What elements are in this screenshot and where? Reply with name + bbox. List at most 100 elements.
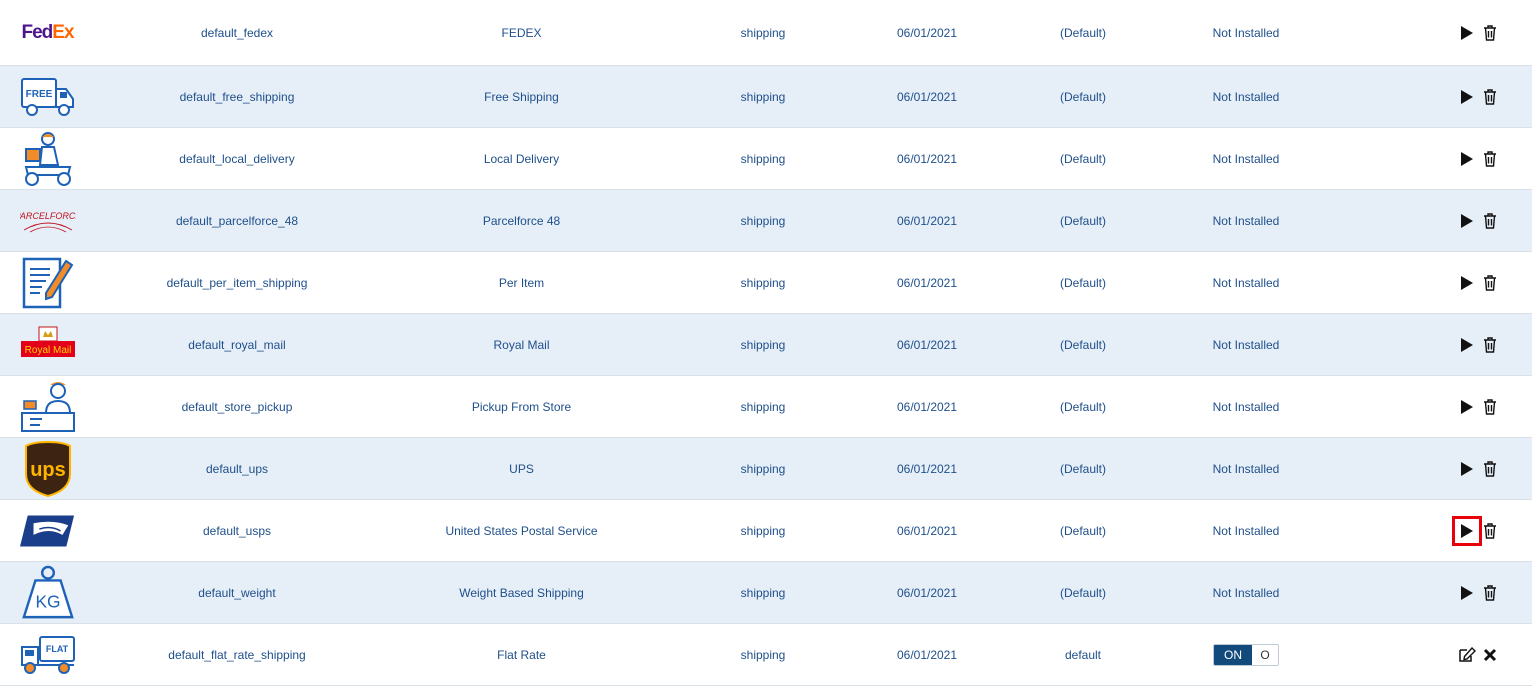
module-type: shipping xyxy=(740,89,786,104)
module-status-toggle-cell: ON O xyxy=(1196,624,1296,685)
module-date: 06/01/2021 xyxy=(896,213,958,228)
free-truck-logo: FREE xyxy=(20,75,76,119)
module-code: default_per_item_shipping xyxy=(166,275,308,290)
trash-icon[interactable] xyxy=(1481,150,1499,168)
row-actions xyxy=(1440,624,1520,685)
module-type: shipping xyxy=(740,399,786,414)
trash-icon[interactable] xyxy=(1481,88,1499,106)
module-code: default_flat_rate_shipping xyxy=(168,647,306,662)
play-icon[interactable] xyxy=(1458,584,1476,602)
module-type: shipping xyxy=(740,647,786,662)
edit-icon[interactable] xyxy=(1458,646,1476,664)
row-actions xyxy=(1440,128,1520,189)
trash-icon[interactable] xyxy=(1481,336,1499,354)
svg-text:FREE: FREE xyxy=(25,89,52,100)
toggle-off-label: O xyxy=(1252,644,1278,665)
module-status: Not Installed xyxy=(1212,151,1280,166)
row-actions xyxy=(1440,500,1520,561)
module-type: shipping xyxy=(740,461,786,476)
module-type: shipping xyxy=(740,337,786,352)
module-default: (Default) xyxy=(1059,585,1106,600)
module-default: (Default) xyxy=(1059,461,1106,476)
trash-icon[interactable] xyxy=(1481,398,1499,416)
module-status: Not Installed xyxy=(1212,461,1280,476)
document-pen-logo xyxy=(20,257,76,308)
module-code: default_fedex xyxy=(200,25,274,40)
row-actions xyxy=(1440,0,1520,65)
table-row: FREE default_free_shipping Free Shipping… xyxy=(0,66,1532,128)
module-date: 06/01/2021 xyxy=(896,337,958,352)
royal-mail-logo: Royal Mail xyxy=(20,323,76,367)
module-date: 06/01/2021 xyxy=(896,89,958,104)
trash-icon[interactable] xyxy=(1481,212,1499,230)
table-row: FLAT default_flat_rate_shipping Flat Rat… xyxy=(0,624,1532,686)
trash-icon[interactable] xyxy=(1481,460,1499,478)
module-title: Weight Based Shipping xyxy=(459,585,584,600)
kg-weight-logo: KG xyxy=(20,565,76,618)
module-date: 06/01/2021 xyxy=(896,461,958,476)
table-row: FedEx default_fedex FEDEX shipping 06/01… xyxy=(0,0,1532,66)
module-title: Pickup From Store xyxy=(471,399,572,414)
module-default: (Default) xyxy=(1059,89,1106,104)
module-date: 06/01/2021 xyxy=(896,647,958,662)
row-actions xyxy=(1440,66,1520,127)
play-icon[interactable] xyxy=(1458,460,1476,478)
play-icon[interactable] xyxy=(1458,274,1476,292)
close-icon[interactable] xyxy=(1481,646,1499,664)
play-icon[interactable] xyxy=(1458,150,1476,168)
module-title: FEDEX xyxy=(501,25,542,40)
trash-icon[interactable] xyxy=(1481,584,1499,602)
module-default: (Default) xyxy=(1059,337,1106,352)
module-type: shipping xyxy=(740,585,786,600)
trash-icon[interactable] xyxy=(1481,274,1499,292)
table-row: default_per_item_shipping Per Item shipp… xyxy=(0,252,1532,314)
module-code: default_free_shipping xyxy=(179,89,295,104)
module-date: 06/01/2021 xyxy=(896,523,958,538)
play-icon[interactable] xyxy=(1458,336,1476,354)
module-code: default_local_delivery xyxy=(179,151,295,166)
play-icon[interactable] xyxy=(1458,24,1476,42)
play-icon[interactable] xyxy=(1458,212,1476,230)
store-clerk-logo xyxy=(20,381,76,432)
table-row: ups default_ups UPS shipping 06/01/2021 … xyxy=(0,438,1532,500)
module-title: Parcelforce 48 xyxy=(482,213,561,228)
module-title: Royal Mail xyxy=(493,337,550,352)
shipping-modules-table: FedEx default_fedex FEDEX shipping 06/01… xyxy=(0,0,1532,686)
module-title: United States Postal Service xyxy=(445,523,598,538)
module-code: default_parcelforce_48 xyxy=(175,213,299,228)
usps-eagle-logo xyxy=(19,509,76,553)
status-toggle[interactable]: ON O xyxy=(1213,643,1279,666)
module-title: UPS xyxy=(509,461,534,476)
module-default: (Default) xyxy=(1059,399,1106,414)
module-status: Not Installed xyxy=(1212,89,1280,104)
module-title: Per Item xyxy=(498,275,545,290)
svg-text:FLAT: FLAT xyxy=(45,644,68,654)
table-row: default_store_pickup Pickup From Store s… xyxy=(0,376,1532,438)
play-icon[interactable] xyxy=(1452,515,1482,546)
module-type: shipping xyxy=(740,275,786,290)
toggle-on-label: ON xyxy=(1214,644,1252,665)
module-date: 06/01/2021 xyxy=(896,399,958,414)
module-type: shipping xyxy=(740,523,786,538)
trash-icon[interactable] xyxy=(1481,24,1499,42)
scooter-courier-logo xyxy=(20,131,76,186)
module-status: Not Installed xyxy=(1212,399,1280,414)
svg-text:ups: ups xyxy=(30,459,66,481)
module-status: Not Installed xyxy=(1212,275,1280,290)
module-status: Not Installed xyxy=(1212,523,1280,538)
module-type: shipping xyxy=(740,25,786,40)
module-code: default_royal_mail xyxy=(188,337,286,352)
trash-icon[interactable] xyxy=(1481,522,1499,540)
module-default: (Default) xyxy=(1059,151,1106,166)
module-date: 06/01/2021 xyxy=(896,151,958,166)
play-icon[interactable] xyxy=(1458,398,1476,416)
module-code: default_usps xyxy=(202,523,272,538)
module-type: shipping xyxy=(740,151,786,166)
row-actions xyxy=(1440,190,1520,251)
module-code: default_ups xyxy=(205,461,269,476)
module-date: 06/01/2021 xyxy=(896,25,958,40)
table-row: default_usps United States Postal Servic… xyxy=(0,500,1532,562)
module-date: 06/01/2021 xyxy=(896,585,958,600)
module-title: Flat Rate xyxy=(497,647,546,662)
play-icon[interactable] xyxy=(1458,88,1476,106)
